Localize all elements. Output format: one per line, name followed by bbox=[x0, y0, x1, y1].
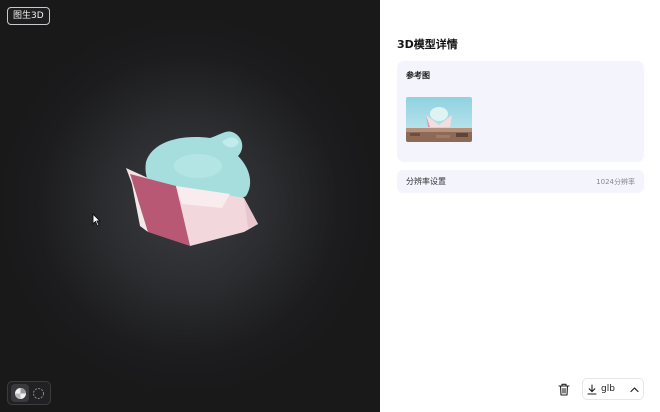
delete-button[interactable] bbox=[553, 378, 575, 400]
3d-model[interactable] bbox=[118, 128, 263, 246]
reference-label: 参考图 bbox=[406, 71, 430, 80]
download-button[interactable]: glb bbox=[587, 383, 615, 395]
solid-render-button[interactable] bbox=[11, 384, 29, 402]
model-detail-panel: 3D模型详情 参考图 分辨率设置 1024分辨率 glb bbox=[380, 0, 660, 412]
download-icon bbox=[587, 383, 597, 395]
download-group: glb bbox=[582, 378, 644, 400]
reference-image[interactable] bbox=[406, 97, 472, 142]
reference-card: 参考图 bbox=[397, 61, 644, 162]
resolution-value: 1024分辨率 bbox=[596, 177, 635, 186]
panel-title: 3D模型详情 bbox=[397, 38, 458, 51]
trash-icon bbox=[558, 383, 570, 396]
render-mode-toggle[interactable] bbox=[7, 381, 51, 405]
format-menu-button[interactable] bbox=[630, 386, 639, 393]
solid-sphere-icon bbox=[14, 387, 26, 399]
mouse-cursor-icon bbox=[92, 213, 101, 227]
resolution-setting[interactable]: 分辨率设置 1024分辨率 bbox=[397, 170, 644, 193]
wireframe-sphere-icon bbox=[32, 387, 44, 399]
mode-badge: 图生3D bbox=[7, 7, 50, 25]
model-viewport[interactable]: 图生3D bbox=[0, 0, 380, 412]
wireframe-render-button[interactable] bbox=[29, 384, 47, 402]
chevron-up-icon bbox=[630, 386, 639, 392]
resolution-label: 分辨率设置 bbox=[406, 177, 446, 186]
download-format-label: glb bbox=[601, 384, 615, 394]
